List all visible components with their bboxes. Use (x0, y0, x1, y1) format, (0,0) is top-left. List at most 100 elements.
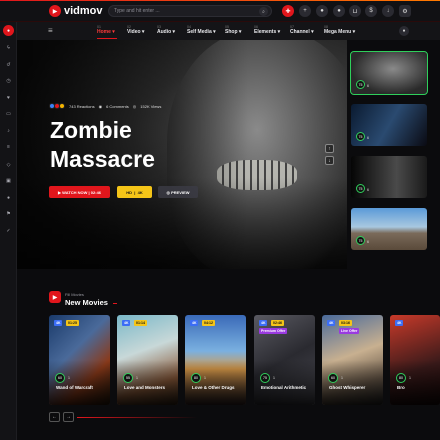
nav-item-shop[interactable]: 05 Shop ▾ (225, 25, 241, 35)
card-meta: 1 (68, 376, 70, 380)
card-meta: 1 (341, 376, 343, 380)
cart-icon[interactable]: ⊔ (349, 5, 361, 17)
movie-card[interactable]: 4K 04:12 80 1 Love & Other Drugs (185, 315, 246, 405)
user-icon[interactable]: ● (333, 5, 345, 17)
section-subtitle: Fill Movies (65, 292, 84, 297)
watch-now-button[interactable]: ▶ WATCH NOW | 02:46 (49, 186, 110, 198)
movie-card[interactable]: 4K 01:14 55 1 Love and Monsters (117, 315, 178, 405)
quality-chip: 4K (54, 320, 63, 326)
quality-chip: 4K (395, 320, 404, 326)
card-meta: 1 (204, 376, 206, 380)
duration-chip: 04:12 (202, 320, 215, 326)
top-bar: ▶ vidmov Type and hit enter ... ⌕ ✚ + ● … (0, 0, 440, 22)
tag-icon[interactable]: ◇ (3, 159, 14, 170)
slide-thumbnail[interactable]: 75 6 (351, 208, 427, 250)
hero-stats: 743 Reactions ◉ 6 Comments ◎ 152K Views (49, 103, 161, 109)
nav-label: Mega Menu (324, 29, 352, 35)
bolt-icon[interactable]: ϟ (3, 42, 14, 53)
clock-icon[interactable]: ◷ (3, 75, 14, 86)
nav-item-channel[interactable]: 07 Channel ▾ (290, 25, 314, 35)
movie-title[interactable]: Ghost Whisperer (329, 385, 379, 391)
tv-icon[interactable]: ▣ (3, 175, 14, 186)
movie-card[interactable]: 4K 03:16 Live Offer 60 1 Ghost Whisperer (322, 315, 383, 405)
movie-title[interactable]: Bro (397, 385, 435, 391)
watch-duration: 02:46 (90, 189, 102, 195)
nav-item-home[interactable]: 01 Home ▾ (97, 25, 117, 39)
thumb-score: 75 (356, 236, 365, 245)
nav-label: Audio (157, 29, 172, 35)
info-icon[interactable]: ● (3, 192, 14, 203)
nav-item-elements[interactable]: 06 Elements ▾ (254, 25, 280, 35)
sidebar: ● ϟ ↺ ◷ ♥ ▭ ♪ ≡ ◇ ▣ ● ⚑ ✓ (0, 22, 17, 440)
thumb-meta: 6 (367, 240, 369, 244)
logo[interactable]: ▶ vidmov (49, 5, 103, 17)
thumb-score: 75 (356, 80, 365, 89)
quality-badge: HD | 4K (117, 186, 152, 198)
duration-chip: 03:16 (339, 320, 352, 326)
search-bar[interactable]: Type and hit enter ... ⌕ (108, 5, 272, 17)
dollar-icon[interactable]: $ (365, 5, 377, 17)
thumb-score: 75 (356, 132, 365, 141)
card-meta: 1 (273, 376, 275, 380)
menu-icon[interactable]: ≡ (48, 26, 53, 35)
hero-title-line2: Massacre (50, 146, 155, 172)
playlist-icon[interactable]: ≡ (3, 141, 14, 152)
slider-up-button[interactable]: ↑ (325, 144, 334, 153)
slide-thumbnail[interactable]: 75 6 (350, 51, 428, 95)
slide-thumbnail[interactable]: 75 6 (351, 156, 427, 198)
quality-chip: 4K (190, 320, 199, 326)
nav-label: Channel (290, 29, 310, 35)
download-icon[interactable]: ↓ (382, 5, 394, 17)
add-icon[interactable]: ✚ (282, 5, 294, 17)
search-input[interactable]: Type and hit enter ... (114, 8, 160, 14)
report-icon[interactable]: ⚑ (3, 208, 14, 219)
slide-thumbnail[interactable]: 75 6 (351, 104, 427, 146)
quality-label: HD (126, 189, 133, 195)
search-icon[interactable]: ⌕ (259, 7, 268, 16)
card-shade (390, 360, 440, 405)
nav-label: Shop (225, 29, 238, 35)
movie-card[interactable]: 4K 01:25 60 1 Wand of Warcraft (49, 315, 110, 405)
card-meta: 1 (136, 376, 138, 380)
nav-item-mega-menu[interactable]: 08 Mega Menu ▾ (324, 25, 355, 35)
movie-title[interactable]: Love and Monsters (124, 385, 174, 391)
main-nav: ≡ 01 Home ▾ 02 Video ▾ 03 Audio ▾ 04 Sel… (17, 22, 440, 40)
settings-icon[interactable]: ⚙ (399, 5, 411, 17)
rating-badge: 55 (123, 373, 133, 383)
active-underline (97, 38, 117, 39)
hero-title-line1: Zombie (50, 117, 132, 143)
like-icon[interactable]: ✓ (3, 225, 14, 236)
nav-item-audio[interactable]: 03 Audio ▾ (157, 25, 175, 35)
nav-item-self-media[interactable]: 04 Self Media ▾ (187, 25, 216, 35)
account-icon[interactable]: ● (399, 26, 409, 36)
movie-title[interactable]: Emotional Arithmetic (261, 385, 311, 391)
movie-title[interactable]: Wand of Warcraft (56, 385, 106, 391)
bell-icon[interactable]: ● (316, 5, 328, 17)
carousel-next-button[interactable]: → (63, 412, 74, 422)
resolution-label: 4K (137, 189, 143, 195)
section-underline (113, 303, 117, 304)
movie-card[interactable]: 4K 02:46 Premium Offer 75 1 Emotional Ar… (254, 315, 315, 405)
preview-label: PREVIEW (171, 189, 190, 195)
movie-title[interactable]: Love & Other Drugs (192, 385, 242, 391)
thumb-score: 75 (356, 184, 365, 193)
heart-icon[interactable]: ♥ (3, 92, 14, 103)
nav-item-video[interactable]: 02 Video ▾ (127, 25, 144, 35)
duration-chip: 01:25 (66, 320, 79, 326)
video-icon[interactable]: ▭ (3, 108, 14, 119)
preview-button[interactable]: ◎ PREVIEW (158, 186, 198, 198)
reaction-emojis-icon (49, 103, 65, 109)
music-icon[interactable]: ♪ (3, 125, 14, 136)
home-icon[interactable]: ● (3, 25, 14, 36)
logo-text: vidmov (64, 5, 103, 17)
carousel-prev-button[interactable]: ← (49, 412, 60, 422)
play-icon: ▶ (49, 5, 61, 17)
plus-icon[interactable]: + (299, 5, 311, 17)
quality-chip: 4K (259, 320, 268, 326)
history-icon[interactable]: ↺ (3, 59, 14, 70)
movie-card[interactable]: 4K 80 1 Bro (390, 315, 440, 405)
slider-down-button[interactable]: ↓ (325, 156, 334, 165)
movie-camera-icon: ▶ (49, 291, 61, 303)
thumb-meta: 6 (367, 84, 369, 88)
nav-label: Self Media (187, 29, 212, 35)
